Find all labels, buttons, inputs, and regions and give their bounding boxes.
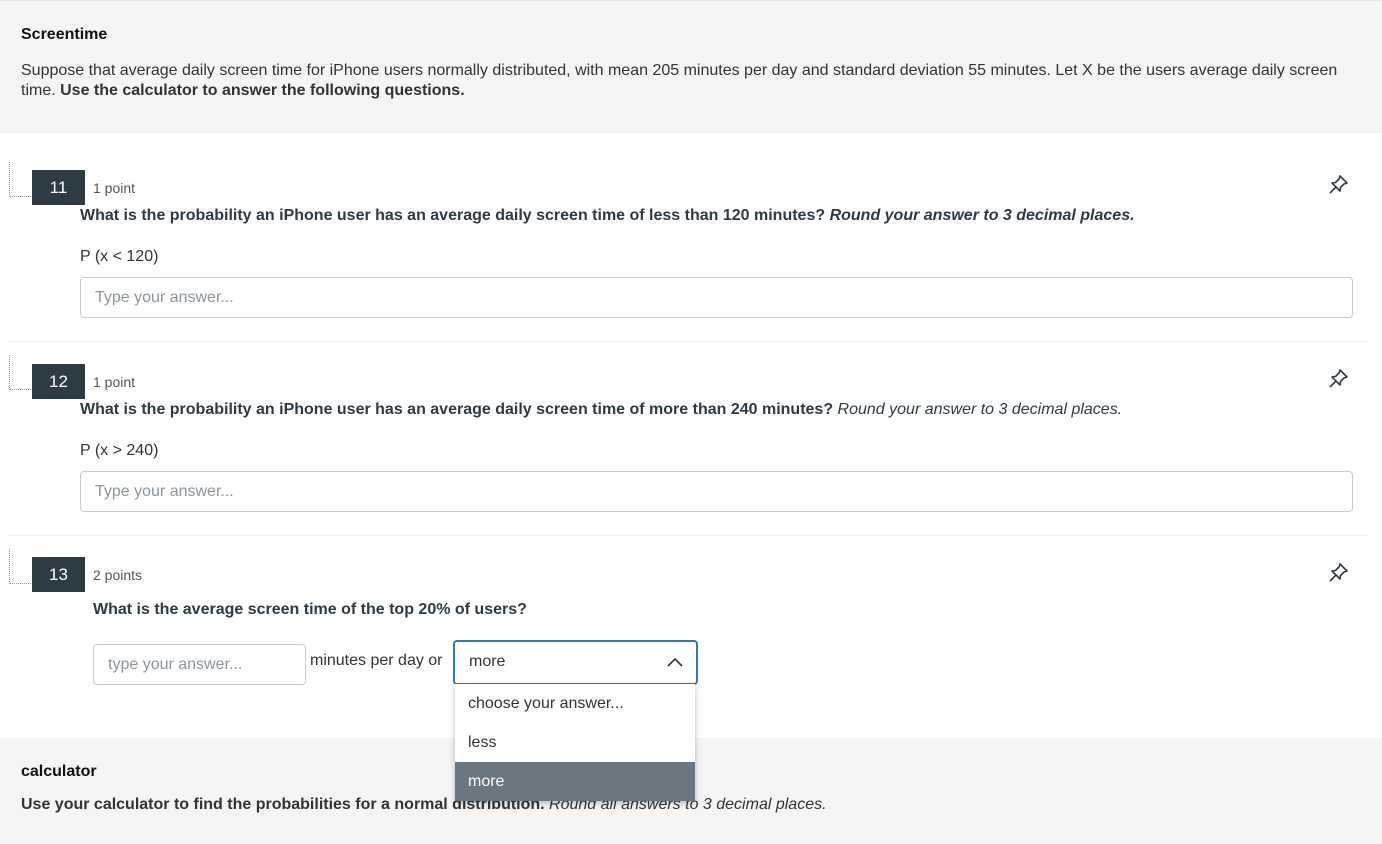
intro-title: Screentime <box>21 26 108 43</box>
calculator-title: calculator <box>21 763 97 780</box>
chevron-up-icon <box>667 657 683 667</box>
question-note: Round your answer to 3 decimal places. <box>837 401 1123 418</box>
question-number: 13 <box>32 557 85 592</box>
intro-section: Screentime Suppose that average daily sc… <box>0 0 1382 133</box>
question-prompt: What is the probability an iPhone user h… <box>80 401 838 418</box>
answer-input[interactable] <box>80 471 1353 512</box>
question-points: 2 points <box>93 567 143 583</box>
option-choose[interactable]: choose your answer... <box>455 684 695 723</box>
question-text: What is the probability an iPhone user h… <box>80 207 1135 225</box>
more-less-select[interactable]: more <box>453 640 698 685</box>
divider <box>9 341 1367 342</box>
answer-input[interactable] <box>80 277 1353 318</box>
question-points: 1 point <box>93 180 136 196</box>
question-number: 11 <box>32 170 85 205</box>
option-more[interactable]: more <box>455 762 695 801</box>
inline-text: minutes per day or <box>310 652 443 669</box>
question-text: What is the average screen time of the t… <box>93 601 527 618</box>
option-less[interactable]: less <box>455 723 695 762</box>
question-number: 12 <box>32 364 85 399</box>
question-note: Round your answer to 3 decimal places. <box>829 207 1135 224</box>
question-prompt: What is the probability an iPhone user h… <box>80 207 830 224</box>
calculator-text: Use your calculator to find the probabil… <box>21 796 827 814</box>
answer-label: P (x > 240) <box>80 442 159 459</box>
top-20-answer-input[interactable] <box>93 644 306 685</box>
pin-icon[interactable] <box>1327 368 1349 390</box>
pin-icon[interactable] <box>1327 174 1349 196</box>
select-dropdown: choose your answer... less more <box>455 684 695 801</box>
pin-icon[interactable] <box>1327 562 1349 584</box>
intro-text: Suppose that average daily screen time f… <box>21 61 1341 101</box>
divider <box>9 535 1367 536</box>
question-text: What is the probability an iPhone user h… <box>80 401 1122 419</box>
question-points: 1 point <box>93 374 136 390</box>
select-value: more <box>469 653 506 670</box>
intro-instruction: Use the calculator to answer the followi… <box>60 82 465 99</box>
answer-label: P (x < 120) <box>80 248 159 265</box>
